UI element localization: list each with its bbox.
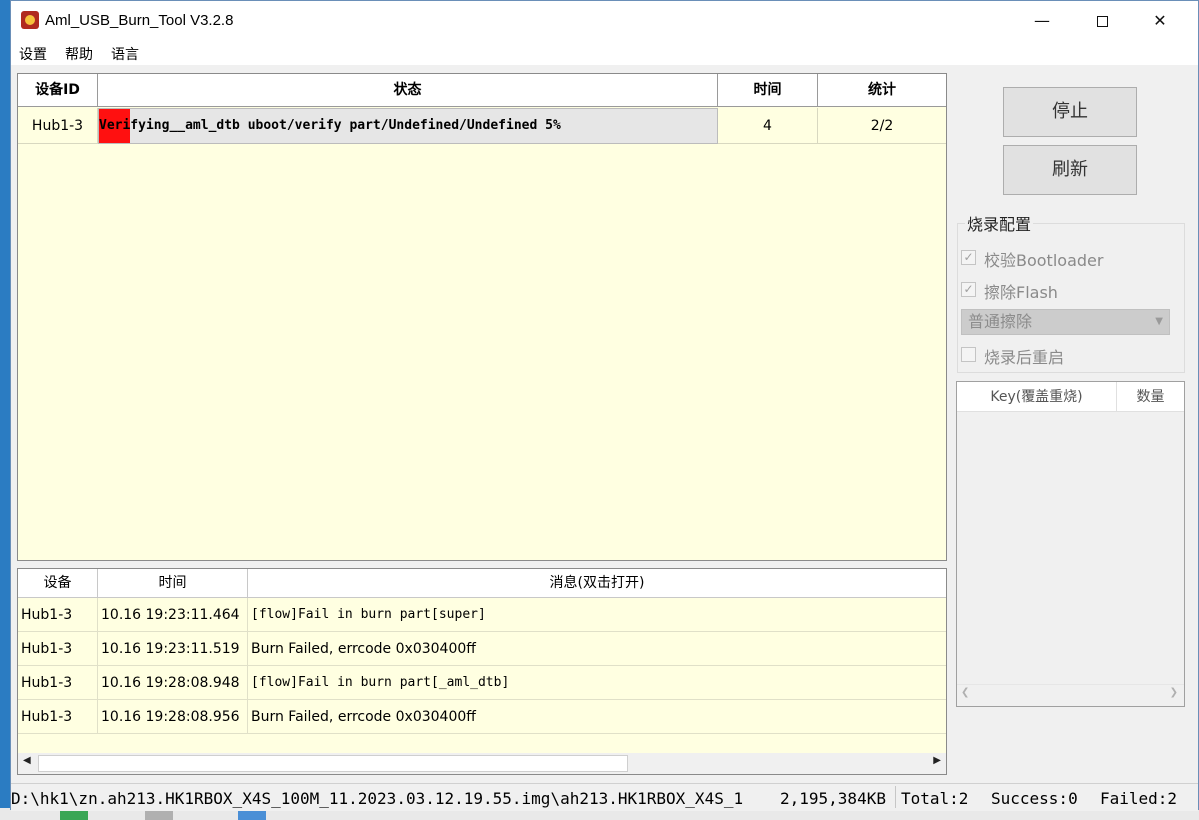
log-horizontal-scrollbar[interactable]: ◀ ▶ bbox=[18, 753, 946, 774]
verify-bootloader-label: 校验Bootloader bbox=[984, 251, 1104, 270]
status-failed: Failed:2 bbox=[1100, 789, 1178, 808]
erase-mode-select[interactable]: 普通擦除 ▼ bbox=[961, 309, 1170, 335]
column-header-stats[interactable]: 统计 bbox=[818, 74, 946, 107]
log-cell-time[interactable]: 10.16 19:23:11.464 bbox=[98, 598, 248, 632]
status-text: Verifying__aml_dtb uboot/verify part/Und… bbox=[99, 118, 561, 133]
table-cell-stats: 2/2 bbox=[818, 108, 946, 144]
close-button[interactable]: ✕ bbox=[1131, 1, 1189, 41]
log-cell-time[interactable]: 10.16 19:28:08.948 bbox=[98, 666, 248, 700]
status-progress-bar: Verifying__aml_dtb uboot/verify part/Und… bbox=[98, 108, 718, 144]
status-bar: D:\hk1\zn.ah213.HK1RBOX_X4S_100M_11.2023… bbox=[11, 783, 1198, 811]
stop-button[interactable]: 停止 bbox=[1003, 87, 1137, 137]
column-header-status[interactable]: 状态 bbox=[98, 74, 718, 107]
status-image-path: D:\hk1\zn.ah213.HK1RBOX_X4S_100M_11.2023… bbox=[11, 789, 744, 808]
checkbox-check-icon: ✓ bbox=[961, 282, 976, 297]
burn-config-title: 烧录配置 bbox=[965, 211, 1034, 235]
chevron-down-icon: ▼ bbox=[1155, 316, 1163, 327]
minimize-icon: — bbox=[1034, 11, 1050, 30]
column-header-log-time[interactable]: 时间 bbox=[98, 569, 248, 598]
window-title: Aml_USB_Burn_Tool V3.2.8 bbox=[45, 12, 234, 29]
log-cell-time[interactable]: 10.16 19:28:08.956 bbox=[98, 700, 248, 734]
column-header-count[interactable]: 数量 bbox=[1117, 382, 1184, 412]
key-table-scrollbar[interactable]: ❮ ❯ bbox=[957, 684, 1184, 706]
column-header-key[interactable]: Key(覆盖重烧) bbox=[957, 382, 1117, 412]
erase-mode-value: 普通擦除 bbox=[968, 312, 1033, 331]
log-cell-device[interactable]: Hub1-3 bbox=[18, 700, 98, 734]
menu-settings[interactable]: 设置 bbox=[19, 44, 47, 64]
checkbox-check-icon: ✓ bbox=[961, 250, 976, 265]
column-header-message[interactable]: 消息(双击打开) bbox=[248, 569, 946, 598]
column-header-device-id[interactable]: 设备ID bbox=[18, 74, 98, 107]
log-cell-device[interactable]: Hub1-3 bbox=[18, 598, 98, 632]
maximize-button[interactable] bbox=[1073, 1, 1131, 41]
scroll-right-icon[interactable]: ▶ bbox=[933, 755, 941, 766]
log-cell-device[interactable]: Hub1-3 bbox=[18, 632, 98, 666]
scroll-left-icon[interactable]: ❮ bbox=[961, 687, 969, 698]
log-table[interactable]: 设备 时间 消息(双击打开) Hub1-3 10.16 19:23:11.464… bbox=[17, 568, 947, 775]
scrollbar-thumb[interactable] bbox=[38, 755, 628, 772]
log-cell-message[interactable]: Burn Failed, errcode 0x030400ff bbox=[248, 700, 946, 734]
minimize-button[interactable]: — bbox=[1013, 1, 1071, 41]
reboot-after-label: 烧录后重启 bbox=[984, 348, 1065, 367]
key-table[interactable]: Key(覆盖重烧) 数量 ❮ ❯ bbox=[956, 381, 1185, 707]
column-header-time[interactable]: 时间 bbox=[718, 74, 818, 107]
status-success: Success:0 bbox=[991, 789, 1078, 808]
log-cell-message[interactable]: [flow]Fail in burn part[super] bbox=[248, 598, 946, 632]
amlogic-burn-icon bbox=[21, 11, 39, 29]
log-cell-message[interactable]: [flow]Fail in burn part[_aml_dtb] bbox=[248, 666, 946, 700]
status-total: Total:2 bbox=[901, 789, 969, 808]
title-bar[interactable]: Aml_USB_Burn_Tool V3.2.8 — ✕ bbox=[11, 1, 1198, 41]
table-cell-device-id[interactable]: Hub1-3 bbox=[18, 108, 98, 144]
erase-flash-label: 擦除Flash bbox=[984, 283, 1058, 302]
log-cell-message[interactable]: Burn Failed, errcode 0x030400ff bbox=[248, 632, 946, 666]
close-icon: ✕ bbox=[1153, 11, 1167, 30]
menu-help[interactable]: 帮助 bbox=[65, 44, 93, 64]
table-cell-time: 4 bbox=[718, 108, 818, 144]
log-cell-time[interactable]: 10.16 19:23:11.519 bbox=[98, 632, 248, 666]
device-table[interactable]: 设备ID 状态 时间 统计 Hub1-3 Verifying__aml_dtb … bbox=[17, 73, 947, 561]
status-image-size: 2,195,384KB bbox=[780, 789, 886, 808]
checkbox-empty-icon bbox=[961, 347, 976, 362]
scroll-right-icon[interactable]: ❯ bbox=[1170, 687, 1178, 698]
column-header-device[interactable]: 设备 bbox=[18, 569, 98, 598]
menu-language[interactable]: 语言 bbox=[111, 44, 139, 64]
app-window: Aml_USB_Burn_Tool V3.2.8 — ✕ 设置 帮助 语言 设备… bbox=[10, 0, 1199, 811]
log-cell-device[interactable]: Hub1-3 bbox=[18, 666, 98, 700]
status-separator bbox=[895, 786, 896, 808]
scroll-left-icon[interactable]: ◀ bbox=[23, 755, 31, 766]
refresh-button[interactable]: 刷新 bbox=[1003, 145, 1137, 195]
maximize-icon bbox=[1096, 16, 1108, 27]
menu-bar: 设置 帮助 语言 bbox=[11, 41, 1198, 65]
